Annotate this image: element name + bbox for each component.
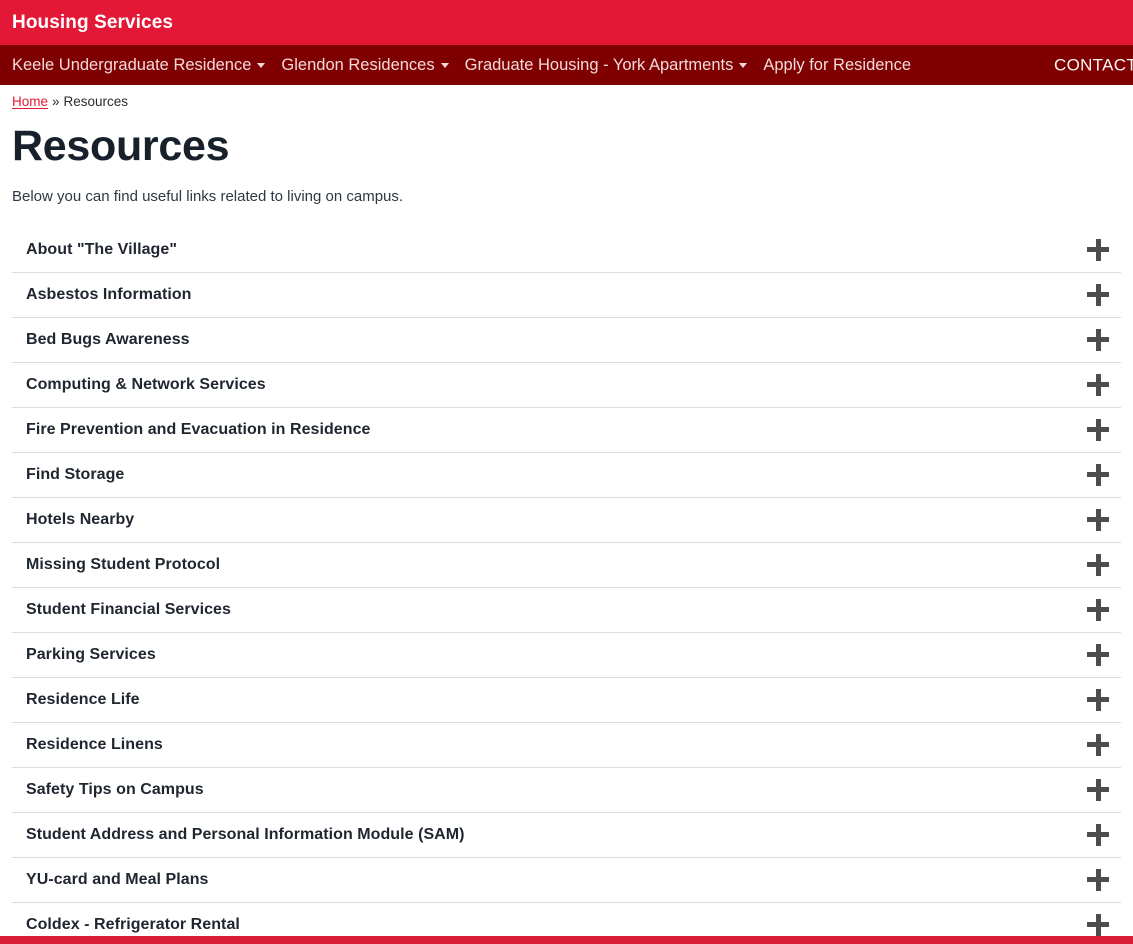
plus-icon[interactable] (1087, 733, 1109, 756)
plus-icon[interactable] (1087, 238, 1109, 261)
accordion-row-label: Residence Linens (26, 735, 163, 753)
accordion-row[interactable]: Safety Tips on Campus (12, 767, 1121, 813)
accordion-row-label: Hotels Nearby (26, 510, 135, 528)
accordion-row[interactable]: Bed Bugs Awareness (12, 317, 1121, 363)
accordion-row[interactable]: Student Financial Services (12, 587, 1121, 633)
accordion-row-label: Bed Bugs Awareness (26, 330, 190, 348)
plus-icon[interactable] (1087, 598, 1109, 621)
resources-accordion: About "The Village" Asbestos Information B… (12, 227, 1121, 944)
page-title: Resources (12, 122, 230, 170)
brand-header: Housing Services (0, 0, 1133, 45)
page-description: Below you can find useful links related … (12, 188, 404, 205)
accordion-row-label: Parking Services (26, 645, 156, 663)
accordion-row-label: YU-card and Meal Plans (26, 870, 209, 888)
site-title: Housing Services (12, 12, 174, 33)
main-navigation: Keele Undergraduate Residence Glendon Re… (0, 45, 1133, 85)
chevron-down-icon (739, 62, 748, 68)
plus-icon[interactable] (1087, 328, 1109, 351)
breadcrumb-current: Resources (63, 93, 129, 109)
accordion-row-label: Residence Life (26, 690, 140, 708)
accordion-row[interactable]: Missing Student Protocol (12, 542, 1121, 588)
nav-item-keele-undergraduate-residence[interactable]: Keele Undergraduate Residence (12, 55, 266, 74)
plus-icon[interactable] (1087, 463, 1109, 486)
accordion-row[interactable]: Hotels Nearby (12, 497, 1121, 543)
plus-icon[interactable] (1087, 418, 1109, 441)
footer-accent-bar (0, 936, 1133, 944)
accordion-row-label: Student Financial Services (26, 600, 231, 618)
accordion-row-label: Computing & Network Services (26, 375, 266, 393)
page-content: Resources Below you can find useful link… (0, 125, 1133, 944)
chevron-down-icon (257, 62, 266, 68)
accordion-row[interactable]: Find Storage (12, 452, 1121, 498)
nav-item-label: Glendon Residences (281, 55, 435, 74)
plus-icon[interactable] (1087, 553, 1109, 576)
nav-item-glendon-residences[interactable]: Glendon Residences (281, 55, 449, 74)
accordion-row[interactable]: About "The Village" (12, 227, 1121, 273)
accordion-row-label: Fire Prevention and Evacuation in Reside… (26, 420, 371, 438)
accordion-row[interactable]: Fire Prevention and Evacuation in Reside… (12, 407, 1121, 453)
accordion-row[interactable]: YU-card and Meal Plans (12, 857, 1121, 903)
accordion-row[interactable]: Computing & Network Services (12, 362, 1121, 408)
accordion-row[interactable]: Student Address and Personal Information… (12, 812, 1121, 858)
nav-item-apply-for-residence[interactable]: Apply for Residence (763, 57, 911, 74)
breadcrumb-link-home[interactable]: Home (12, 94, 48, 110)
chevron-down-icon (440, 62, 449, 68)
accordion-row-label: Student Address and Personal Information… (26, 825, 465, 843)
accordion-row[interactable]: Residence Life (12, 677, 1121, 723)
plus-icon[interactable] (1087, 283, 1109, 306)
plus-icon[interactable] (1087, 868, 1109, 891)
accordion-row-label: About "The Village" (26, 240, 177, 258)
plus-icon[interactable] (1087, 913, 1109, 936)
plus-icon[interactable] (1087, 688, 1109, 711)
nav-item-label: Graduate Housing - York Apartments (464, 55, 734, 74)
nav-item-label: Apply for Residence (763, 55, 912, 74)
plus-icon[interactable] (1087, 508, 1109, 531)
nav-item-graduate-housing-york-apartments[interactable]: Graduate Housing - York Apartments (465, 57, 748, 74)
nav-item-label: Keele Undergraduate Residence (12, 55, 252, 74)
accordion-row-label: Asbestos Information (26, 285, 192, 303)
plus-icon[interactable] (1087, 823, 1109, 846)
accordion-row-label: Coldex - Refrigerator Rental (26, 915, 240, 933)
accordion-row-label: Find Storage (26, 465, 125, 483)
accordion-row[interactable]: Parking Services (12, 632, 1121, 678)
accordion-row-label: Safety Tips on Campus (26, 780, 204, 798)
plus-icon[interactable] (1087, 778, 1109, 801)
breadcrumb: Home » Resources (0, 85, 1133, 111)
plus-icon[interactable] (1087, 373, 1109, 396)
accordion-row[interactable]: Asbestos Information (12, 272, 1121, 318)
breadcrumb-separator: » (52, 93, 60, 109)
plus-icon[interactable] (1087, 643, 1109, 666)
accordion-row[interactable]: Residence Linens (12, 722, 1121, 768)
accordion-row-label: Missing Student Protocol (26, 555, 221, 573)
nav-item-contact[interactable]: CONTACT (1054, 57, 1133, 74)
